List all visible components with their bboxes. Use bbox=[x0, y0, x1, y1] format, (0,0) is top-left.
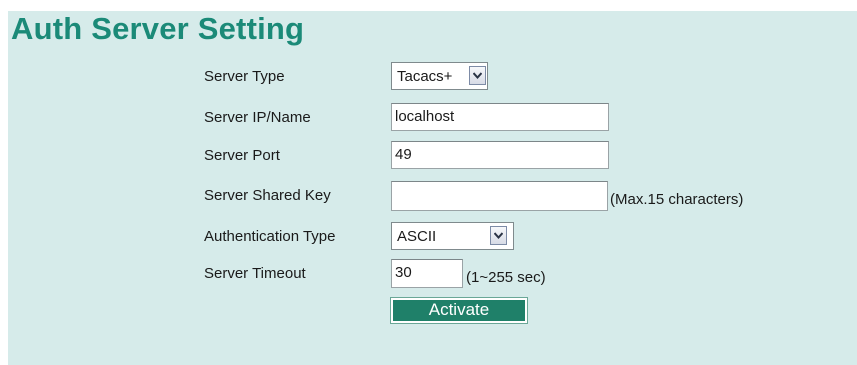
timeout-hint: (1~255 sec) bbox=[466, 269, 546, 286]
server-port-row: Server Port 49 bbox=[204, 141, 844, 171]
server-ip-label: Server IP/Name bbox=[204, 109, 311, 126]
auth-type-label: Authentication Type bbox=[204, 228, 336, 245]
shared-key-hint: (Max.15 characters) bbox=[610, 191, 744, 208]
server-type-value: Tacacs+ bbox=[397, 68, 453, 85]
auth-type-row: Authentication Type ASCII bbox=[204, 222, 844, 252]
activate-button[interactable]: Activate bbox=[390, 297, 528, 324]
chevron-down-icon[interactable] bbox=[490, 226, 507, 245]
timeout-row: Server Timeout 30 (1~255 sec) bbox=[204, 259, 844, 289]
shared-key-row: Server Shared Key (Max.15 characters) bbox=[204, 181, 844, 211]
auth-type-select[interactable]: ASCII bbox=[391, 222, 514, 250]
server-port-input[interactable]: 49 bbox=[391, 141, 609, 169]
server-type-label: Server Type bbox=[204, 68, 285, 85]
server-port-label: Server Port bbox=[204, 147, 280, 164]
auth-type-value: ASCII bbox=[397, 228, 437, 245]
shared-key-label: Server Shared Key bbox=[204, 187, 331, 204]
server-type-select[interactable]: Tacacs+ bbox=[391, 62, 488, 90]
server-ip-row: Server IP/Name localhost bbox=[204, 103, 844, 133]
chevron-down-icon[interactable] bbox=[469, 66, 486, 85]
page-title: Auth Server Setting bbox=[11, 11, 305, 46]
timeout-input[interactable]: 30 bbox=[391, 259, 463, 288]
server-ip-input[interactable]: localhost bbox=[391, 103, 609, 131]
shared-key-input[interactable] bbox=[391, 181, 608, 211]
timeout-label: Server Timeout bbox=[204, 265, 306, 282]
server-type-row: Server Type Tacacs+ bbox=[204, 62, 844, 92]
